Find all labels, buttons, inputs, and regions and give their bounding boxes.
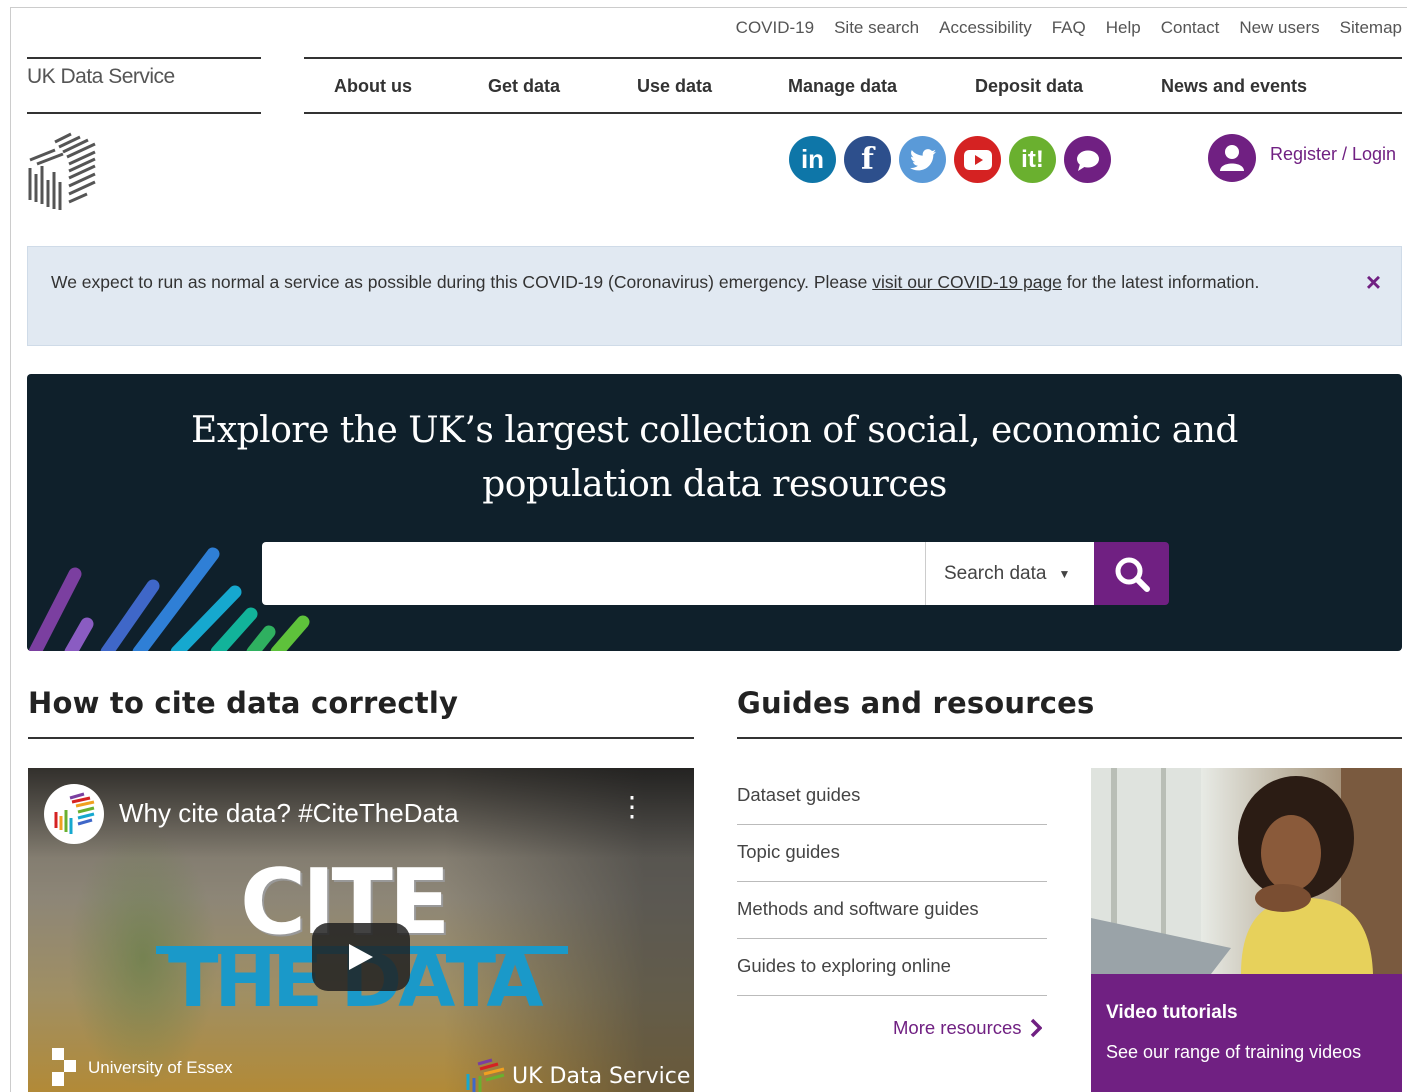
more-resources-link[interactable]: More resources [893, 1017, 1042, 1039]
caret-down-icon: ▼ [1058, 566, 1071, 581]
video-brand-label: UK Data Service [512, 1063, 691, 1089]
video-tutorials-card[interactable]: Video tutorials See our range of trainin… [1091, 768, 1402, 1092]
video-tutorials-subtitle: See our range of training videos [1106, 1042, 1362, 1062]
utility-nav: COVID-19 Site search Accessibility FAQ H… [736, 18, 1402, 38]
guide-link-exploring[interactable]: Guides to exploring online [737, 939, 1047, 996]
more-vert-icon[interactable]: ⋮ [618, 793, 646, 821]
video-tutorials-title: Video tutorials [1106, 1002, 1238, 1023]
login-area: Register / Login [1208, 134, 1396, 182]
main-nav: About us Get data Use data Manage data D… [304, 57, 1402, 114]
play-icon [349, 944, 373, 970]
nav-manage-data[interactable]: Manage data [788, 76, 897, 97]
hero-title: Explore the UK’s largest collection of s… [191, 410, 1238, 505]
social-links: in f it! [789, 136, 1111, 183]
video-title[interactable]: Why cite data? #CiteTheData [119, 798, 459, 829]
nav-news-and-events[interactable]: News and events [1161, 76, 1307, 97]
guides-section-title: Guides and resources [737, 686, 1095, 720]
essex-label: University of Essex [88, 1058, 233, 1077]
jiscmail-icon[interactable]: it! [1009, 136, 1056, 183]
util-link-sitemap[interactable]: Sitemap [1340, 18, 1402, 38]
cite-video-player[interactable]: Why cite data? #CiteTheData ⋮ CITE THE D… [28, 768, 694, 1092]
nav-about-us[interactable]: About us [334, 76, 412, 97]
search-scope-dropdown[interactable]: Search data ▼ [925, 542, 1094, 605]
guide-link-topic[interactable]: Topic guides [737, 825, 1047, 882]
util-link-accessibility[interactable]: Accessibility [939, 18, 1032, 38]
play-button[interactable] [312, 923, 410, 991]
video-tutorials-photo [1091, 768, 1402, 974]
util-link-contact[interactable]: Contact [1161, 18, 1220, 38]
chat-icon[interactable] [1064, 136, 1111, 183]
nav-get-data[interactable]: Get data [488, 76, 560, 97]
guide-link-dataset[interactable]: Dataset guides [737, 768, 1047, 825]
util-link-help[interactable]: Help [1106, 18, 1141, 38]
site-logo-text[interactable]: UK Data Service [27, 57, 261, 114]
logo-cube-icon[interactable] [25, 130, 99, 212]
guides-list: Dataset guides Topic guides Methods and … [737, 768, 1047, 996]
cite-section-divider [28, 737, 694, 739]
util-link-new-users[interactable]: New users [1239, 18, 1319, 38]
user-avatar-icon[interactable] [1208, 134, 1256, 182]
alert-text-before: We expect to run as normal a service as … [51, 272, 873, 292]
cite-section-title: How to cite data correctly [28, 686, 459, 720]
search-button[interactable] [1094, 542, 1169, 605]
channel-logo-icon[interactable] [44, 784, 104, 844]
linkedin-icon[interactable]: in [789, 136, 836, 183]
essex-logo-icon [52, 1048, 76, 1086]
guide-link-methods[interactable]: Methods and software guides [737, 882, 1047, 939]
nav-use-data[interactable]: Use data [637, 76, 712, 97]
facebook-icon[interactable]: f [844, 136, 891, 183]
alert-text-after: for the latest information. [1061, 272, 1260, 292]
chevron-right-icon [1030, 1018, 1042, 1038]
register-login-link[interactable]: Register / Login [1270, 144, 1396, 165]
covid-page-link[interactable]: visit our COVID-19 page [872, 272, 1062, 292]
nav-deposit-data[interactable]: Deposit data [975, 76, 1083, 97]
covid-alert: We expect to run as normal a service as … [27, 246, 1402, 346]
essex-branding: University of Essex [50, 1048, 233, 1088]
util-link-covid[interactable]: COVID-19 [736, 18, 814, 38]
search-scope-label: Search data [944, 562, 1047, 584]
more-resources-label: More resources [893, 1017, 1022, 1038]
video-brand: UK Data Service [464, 1058, 690, 1092]
youtube-icon[interactable] [954, 136, 1001, 183]
search-input[interactable] [262, 542, 927, 605]
search-icon [1115, 557, 1150, 592]
brand-logo-icon [466, 1058, 505, 1092]
guides-section-divider [737, 737, 1402, 739]
video-tutorials-panel: Video tutorials See our range of trainin… [1091, 974, 1402, 1092]
close-icon[interactable]: × [1366, 269, 1381, 295]
hero-search: Explore the UK’s largest collection of s… [27, 374, 1402, 651]
util-link-site-search[interactable]: Site search [834, 18, 919, 38]
twitter-icon[interactable] [899, 136, 946, 183]
util-link-faq[interactable]: FAQ [1052, 18, 1086, 38]
